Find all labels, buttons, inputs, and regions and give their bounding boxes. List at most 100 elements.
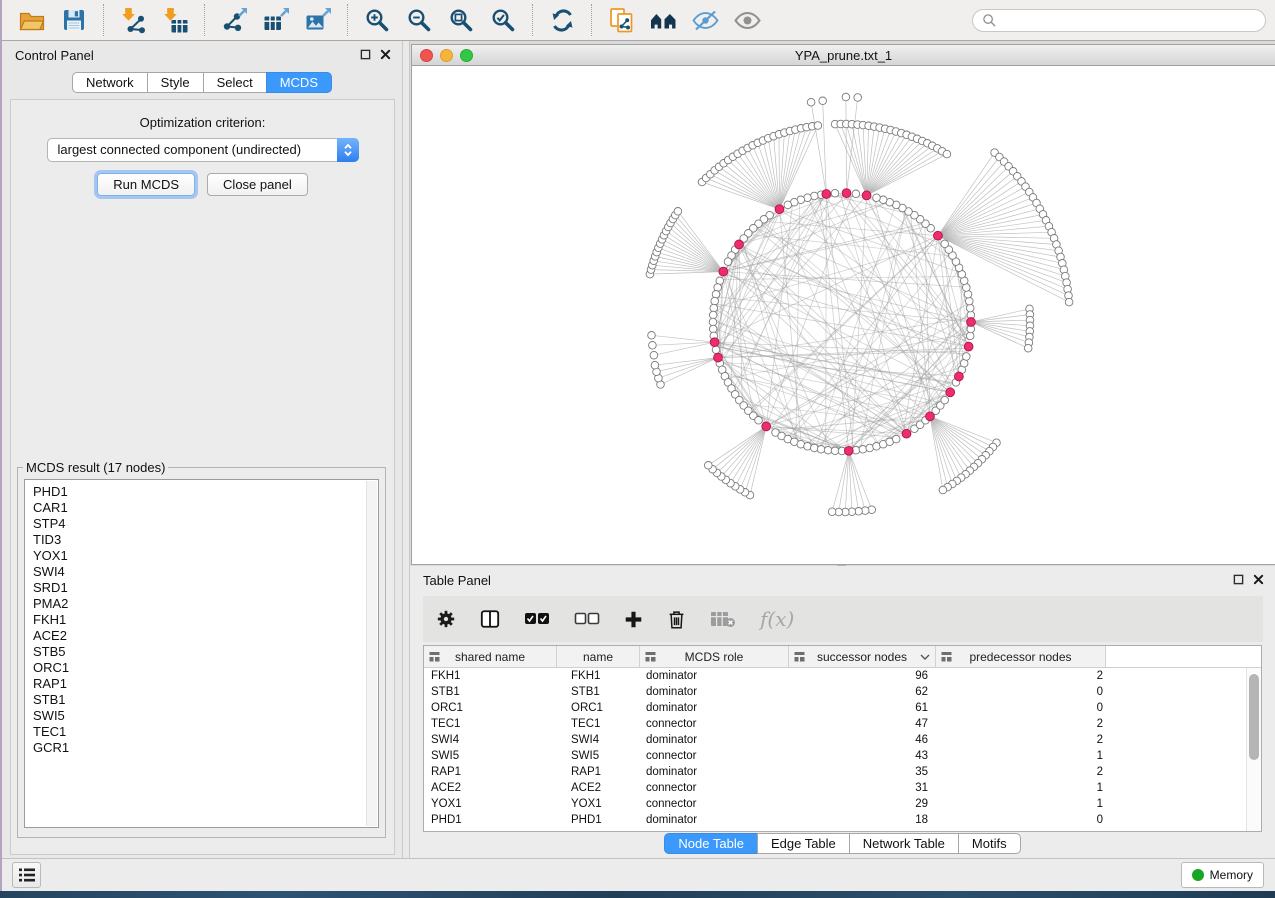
- column-header-MCDS-role[interactable]: MCDS role: [640, 646, 789, 667]
- add-row-button[interactable]: [624, 610, 643, 629]
- close-panel-button[interactable]: Close panel: [207, 173, 308, 196]
- save-session-button[interactable]: [59, 5, 89, 35]
- zoom-out-button[interactable]: [404, 5, 434, 35]
- mcds-list-scrollbar[interactable]: [366, 481, 377, 826]
- tab-edge-table[interactable]: Edge Table: [757, 833, 850, 854]
- tab-select[interactable]: Select: [203, 72, 267, 93]
- column-label: successor nodes: [817, 650, 907, 664]
- table-row[interactable]: RAP1RAP1dominator352: [424, 764, 1261, 780]
- table-row[interactable]: YOX1YOX1connector291: [424, 796, 1261, 812]
- mcds-result-item[interactable]: ORC1: [25, 660, 378, 676]
- table-row[interactable]: SWI5SWI5connector431: [424, 748, 1261, 764]
- vertical-splitter[interactable]: [402, 41, 410, 858]
- first-neighbors-button[interactable]: [648, 5, 678, 35]
- mcds-result-list[interactable]: PHD1CAR1STP4TID3YOX1SWI4SRD1PMA2FKH1ACE2…: [24, 479, 379, 828]
- mcds-result-item[interactable]: ACE2: [25, 628, 378, 644]
- table-scrollbar-track[interactable]: [1246, 668, 1261, 831]
- close-panel-icon[interactable]: [380, 49, 391, 60]
- mcds-result-item[interactable]: SWI5: [25, 708, 378, 724]
- tab-style[interactable]: Style: [147, 72, 204, 93]
- network-window: YPA_prune.txt_1: [411, 44, 1275, 565]
- table-scrollbar-thumb[interactable]: [1249, 674, 1259, 760]
- mcds-result-item[interactable]: CAR1: [25, 500, 378, 516]
- mcds-result-item[interactable]: PHD1: [25, 484, 378, 500]
- mcds-result-item[interactable]: PMA2: [25, 596, 378, 612]
- close-table-panel-icon[interactable]: [1253, 574, 1264, 585]
- tab-motifs[interactable]: Motifs: [958, 833, 1021, 854]
- cell-successor-nodes: 47: [789, 718, 936, 730]
- cell-shared-name: PHD1: [424, 814, 557, 826]
- open-session-button[interactable]: [17, 5, 47, 35]
- table-row[interactable]: ORC1ORC1dominator610: [424, 700, 1261, 716]
- float-panel-icon[interactable]: [360, 49, 371, 60]
- gear-button[interactable]: [436, 609, 456, 629]
- table-row[interactable]: SWI4SWI4dominator462: [424, 732, 1261, 748]
- search-input[interactable]: [1002, 13, 1256, 27]
- table-row[interactable]: PHD1PHD1dominator180: [424, 812, 1261, 828]
- minimize-window-icon[interactable]: [440, 49, 453, 62]
- zoom-selected-button[interactable]: [488, 5, 518, 35]
- mcds-result-item[interactable]: STB1: [25, 692, 378, 708]
- tab-network[interactable]: Network: [72, 72, 148, 93]
- column-header-name[interactable]: name: [557, 646, 640, 667]
- run-mcds-button[interactable]: Run MCDS: [97, 173, 195, 196]
- chevron-down-icon[interactable]: [920, 654, 930, 660]
- tab-network-table[interactable]: Network Table: [849, 833, 959, 854]
- close-window-icon[interactable]: [420, 49, 433, 62]
- task-history-button[interactable]: [12, 862, 41, 888]
- network-from-selection-button[interactable]: [606, 5, 636, 35]
- maximize-window-icon[interactable]: [460, 49, 473, 62]
- memory-label: Memory: [1210, 868, 1253, 882]
- memory-button[interactable]: Memory: [1181, 862, 1264, 888]
- tab-node-table[interactable]: Node Table: [664, 833, 758, 854]
- column-header-successor-nodes[interactable]: successor nodes: [789, 646, 936, 667]
- table-row[interactable]: TEC1TEC1connector472: [424, 716, 1261, 732]
- mcds-result-item[interactable]: YOX1: [25, 548, 378, 564]
- table-row[interactable]: STB1STB1dominator620: [424, 684, 1261, 700]
- zoom-fit-button[interactable]: [446, 5, 476, 35]
- show-all-button[interactable]: [732, 5, 762, 35]
- import-table-button[interactable]: [160, 5, 190, 35]
- cell-predecessor-nodes: 2: [936, 670, 1106, 682]
- zoom-fit-icon: [449, 8, 474, 33]
- table-row[interactable]: FKH1FKH1dominator962: [424, 668, 1261, 684]
- apply-layout-button[interactable]: [547, 5, 577, 35]
- network-canvas[interactable]: [412, 66, 1275, 564]
- mcds-result-item[interactable]: STP4: [25, 516, 378, 532]
- mcds-result-item[interactable]: RAP1: [25, 676, 378, 692]
- zoom-selected-icon: [491, 8, 516, 33]
- export-image-button[interactable]: [303, 5, 333, 35]
- tab-mcds[interactable]: MCDS: [266, 72, 332, 93]
- column-header-shared-name[interactable]: shared name: [424, 646, 557, 667]
- mcds-result-item[interactable]: STB5: [25, 644, 378, 660]
- cell-name: PHD1: [557, 814, 640, 826]
- mcds-result-item[interactable]: GCR1: [25, 740, 378, 756]
- show-columns-button[interactable]: [480, 609, 500, 629]
- mcds-result-item[interactable]: TID3: [25, 532, 378, 548]
- cell-MCDS-role: dominator: [640, 766, 789, 778]
- desktop-background-strip: [0, 891, 1275, 898]
- save-session-icon: [62, 8, 86, 32]
- network-window-titlebar[interactable]: YPA_prune.txt_1: [412, 45, 1275, 66]
- node-table-header: shared namenameMCDS role successor nodes p…: [424, 646, 1261, 668]
- table-row[interactable]: ACE2ACE2connector311: [424, 780, 1261, 796]
- network-graph[interactable]: [412, 66, 1275, 563]
- search-field[interactable]: [972, 9, 1266, 32]
- import-network-button[interactable]: [118, 5, 148, 35]
- cell-name: TEC1: [557, 718, 640, 730]
- mcds-result-item[interactable]: SWI4: [25, 564, 378, 580]
- float-table-panel-icon[interactable]: [1233, 574, 1244, 585]
- mcds-result-item[interactable]: TEC1: [25, 724, 378, 740]
- delete-row-button[interactable]: [667, 609, 686, 630]
- column-header-predecessor-nodes[interactable]: predecessor nodes: [936, 646, 1106, 667]
- mcds-result-item[interactable]: SRD1: [25, 580, 378, 596]
- mcds-result-item[interactable]: FKH1: [25, 612, 378, 628]
- optimization-criterion-select[interactable]: largest connected component (undirected): [47, 138, 359, 162]
- deselect-all-button[interactable]: [574, 611, 600, 627]
- export-network-button[interactable]: [219, 5, 249, 35]
- hide-selection-button[interactable]: [690, 5, 720, 35]
- select-all-button[interactable]: [524, 611, 550, 627]
- zoom-in-button[interactable]: [362, 5, 392, 35]
- cell-successor-nodes: 61: [789, 702, 936, 714]
- export-table-button[interactable]: [261, 5, 291, 35]
